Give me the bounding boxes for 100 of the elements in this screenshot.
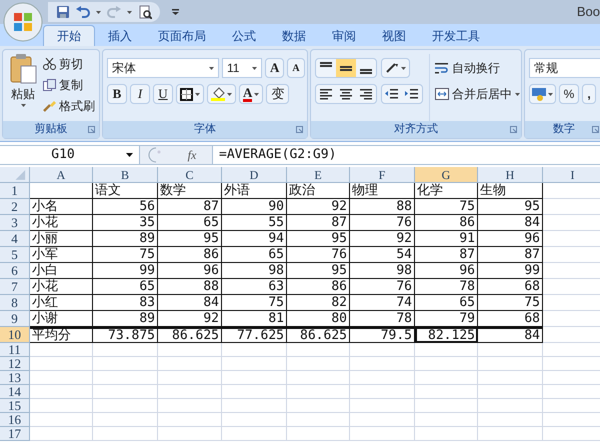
dialog-launcher-icon[interactable] [592, 126, 599, 133]
table-cell: 76 [350, 279, 415, 295]
dialog-launcher-icon[interactable] [510, 126, 517, 133]
underline-button[interactable]: U [153, 84, 173, 104]
wrap-text-button[interactable]: 自动换行 [435, 58, 520, 78]
row-header[interactable]: 9 [0, 311, 30, 327]
fill-color-button[interactable] [207, 84, 236, 104]
table-cell: 平均分 [30, 327, 93, 343]
name-box[interactable]: G10 [0, 146, 140, 164]
row-header[interactable]: 12 [0, 357, 30, 371]
column-header[interactable]: I [543, 167, 600, 182]
wrap-text-icon [435, 62, 449, 74]
ribbon-tab[interactable]: 视图 [369, 25, 419, 46]
row-header[interactable]: 3 [0, 215, 30, 231]
row-header[interactable]: 11 [0, 343, 30, 357]
undo-icon[interactable] [76, 6, 90, 18]
customize-toolbar-icon[interactable] [172, 9, 179, 15]
table-cell: 小花 [30, 279, 93, 295]
column-header[interactable]: B [93, 167, 158, 182]
number-format-field[interactable]: 常规 [529, 58, 600, 78]
table-cell: 92 [350, 231, 415, 247]
group-label: 字体 [194, 122, 216, 138]
table-cell: 79.5 [350, 327, 415, 343]
ribbon-tab[interactable]: 插入 [95, 25, 145, 46]
table-cell: 95 [287, 263, 350, 279]
insert-function-button[interactable]: fx [172, 146, 212, 164]
row-header[interactable]: 6 [0, 263, 30, 279]
clipboard-button[interactable]: 剪切 [43, 54, 95, 73]
row-header[interactable]: 13 [0, 371, 30, 385]
table-cell: 小花 [30, 215, 93, 231]
column-header[interactable]: E [287, 167, 350, 182]
bold-button[interactable]: B [107, 84, 127, 104]
orientation-button[interactable] [381, 58, 410, 78]
table-cell: 54 [350, 247, 415, 263]
borders-button[interactable] [176, 84, 204, 104]
caret-icon[interactable] [96, 10, 101, 14]
column-header[interactable]: G [415, 167, 478, 182]
font-name-field[interactable]: 宋体 [107, 58, 219, 78]
percent-button[interactable]: % [559, 84, 579, 104]
ribbon-tab[interactable]: 公式 [219, 25, 269, 46]
column-header[interactable]: A [30, 167, 93, 182]
table-cell: 90 [222, 199, 287, 215]
formula-field[interactable]: =AVERAGE(G2:G9) [212, 146, 600, 164]
column-header[interactable]: H [478, 167, 543, 182]
table-cell: 76 [350, 215, 415, 231]
phonetic-button[interactable]: 变 [266, 84, 290, 104]
table-cell: 86 [158, 247, 222, 263]
row-header[interactable]: 15 [0, 399, 30, 413]
ribbon-tab[interactable]: 审阅 [319, 25, 369, 46]
middle-align-button[interactable] [336, 59, 356, 77]
align-icon [339, 88, 353, 100]
redo-icon[interactable] [107, 6, 121, 18]
row-header[interactable]: 17 [0, 427, 30, 441]
italic-button[interactable]: I [130, 84, 150, 104]
caret-icon [252, 66, 257, 70]
shrink-font-button[interactable]: A [287, 58, 305, 78]
table-cell: 96 [478, 231, 543, 247]
paste-button[interactable]: 粘贴 [7, 54, 39, 121]
dialog-launcher-icon[interactable] [296, 126, 303, 133]
column-header[interactable]: D [222, 167, 287, 182]
row-header[interactable]: 8 [0, 295, 30, 311]
table-cell: 91 [415, 231, 478, 247]
caret-icon [20, 104, 26, 107]
save-icon[interactable] [56, 5, 70, 19]
row-header[interactable]: 10 [0, 327, 30, 343]
ribbon-tab[interactable]: 开始 [43, 25, 95, 46]
dialog-launcher-icon[interactable] [88, 126, 95, 133]
table-cell: 76 [287, 247, 350, 263]
table-cell: 89 [93, 311, 158, 327]
table-cell: 89 [93, 231, 158, 247]
table-cell: 75 [93, 247, 158, 263]
ribbon-tab[interactable]: 页面布局 [145, 25, 219, 46]
row-header[interactable]: 2 [0, 199, 30, 215]
table-cell: 小名 [30, 199, 93, 215]
font-color-button[interactable]: A [239, 84, 264, 104]
comma-button[interactable]: , [582, 84, 596, 104]
clipboard-button[interactable]: 格式刷 [43, 96, 95, 115]
print-preview-icon[interactable] [138, 5, 152, 19]
font-size-field[interactable]: 11 [222, 58, 262, 78]
ribbon-tab[interactable]: 开发工具 [419, 25, 493, 46]
clipboard-button[interactable]: 复制 [43, 75, 95, 94]
table-cell: 87 [287, 215, 350, 231]
table-cell: 79 [415, 311, 478, 327]
caret-icon[interactable] [127, 10, 132, 14]
table-cell: 74 [350, 295, 415, 311]
row-header[interactable]: 16 [0, 413, 30, 427]
ribbon-tab[interactable]: 数据 [269, 25, 319, 46]
border-icon [180, 88, 193, 100]
row-header[interactable]: 14 [0, 385, 30, 399]
row-header[interactable]: 1 [0, 183, 30, 199]
currency-button[interactable] [529, 84, 556, 104]
table-cell: 95 [287, 231, 350, 247]
table-cell: 小军 [30, 247, 93, 263]
table-cell: 75 [415, 199, 478, 215]
column-header[interactable]: C [158, 167, 222, 182]
merge-center-button[interactable]: 合并后居中 [435, 84, 520, 104]
grow-font-button[interactable]: A [265, 58, 284, 78]
row-header[interactable]: 7 [0, 279, 30, 295]
row-header[interactable]: 5 [0, 247, 30, 263]
row-header[interactable]: 4 [0, 231, 30, 247]
